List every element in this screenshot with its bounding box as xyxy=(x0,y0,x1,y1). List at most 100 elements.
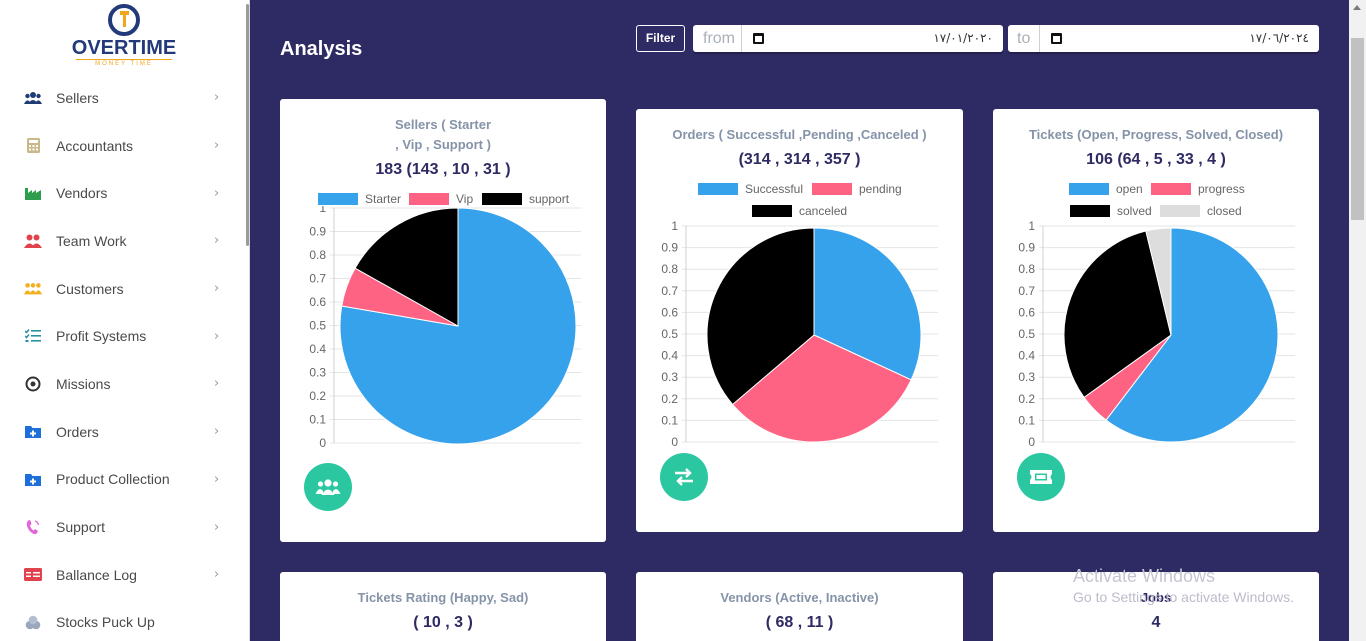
vendors-card: Vendors (Active, Inactive) ( 68 , 11 ) xyxy=(636,572,963,641)
y-tick-label: 1 xyxy=(319,206,326,215)
sidebar-item-label: Sellers xyxy=(56,89,99,106)
y-tick-label: 0.7 xyxy=(1018,284,1035,298)
filter-button[interactable]: Filter xyxy=(636,25,685,52)
chevron-right-icon: › xyxy=(214,471,220,487)
brand-logo[interactable]: OVERTIME MONEY TIME xyxy=(70,4,178,72)
y-tick-label: 0.5 xyxy=(309,319,326,333)
card-value: 183 (143 , 10 , 31 ) xyxy=(375,161,511,178)
date-to-input[interactable]: to ١٧/٠٦/٢٠٢٤ xyxy=(1008,25,1319,52)
tickets-pie-chart: 1 0.9 0.8 0.7 0.6 0.5 0.4 0.3 0.2 0.1 0 xyxy=(1018,219,1295,449)
chevron-right-icon: › xyxy=(214,185,220,201)
legend-label: solved xyxy=(1117,204,1152,218)
sidebar-item-ballance-log[interactable]: Ballance Log › xyxy=(0,551,246,599)
folder-plus-icon xyxy=(24,470,42,488)
transfer-icon xyxy=(675,468,693,486)
tickets-card: Tickets (Open, Progress, Solved, Closed)… xyxy=(993,109,1319,532)
legend-item[interactable]: canceled xyxy=(752,204,847,218)
legend-item[interactable]: open xyxy=(1069,182,1143,196)
scrollbar-thumb[interactable] xyxy=(1351,38,1364,220)
tickets-rating-card: Tickets Rating (Happy, Sad) ( 10 , 3 ) xyxy=(280,572,606,641)
legend-swatch xyxy=(698,183,738,195)
chevron-right-icon: › xyxy=(214,519,220,535)
card-value: 4 xyxy=(1151,614,1161,631)
y-tick-label: 0.9 xyxy=(309,225,326,239)
date-to-label: to xyxy=(1008,25,1040,52)
legend-label: Starter xyxy=(365,192,402,206)
y-tick-label: 0.6 xyxy=(661,305,678,319)
sidebar-item-label: Customers xyxy=(56,280,124,297)
team-icon xyxy=(24,232,42,250)
sidebar-item-customers[interactable]: Customers › xyxy=(0,265,246,313)
y-tick-label: 0 xyxy=(671,435,678,449)
legend-item[interactable]: support xyxy=(482,192,569,206)
scroll-up-icon[interactable] xyxy=(1353,5,1361,10)
legend-label: canceled xyxy=(799,204,848,218)
legend-swatch xyxy=(318,193,358,205)
sidebar-nav: Sellers › Accountants › Vendors › Team W… xyxy=(0,74,246,641)
chevron-right-icon: › xyxy=(214,138,220,154)
date-to-field[interactable]: ١٧/٠٦/٢٠٢٤ xyxy=(1040,25,1319,52)
y-tick-label: 0.1 xyxy=(309,413,326,427)
date-from-input[interactable]: from ١٧/٠١/٢٠٢٠ xyxy=(693,25,1003,52)
sellers-button[interactable] xyxy=(304,463,352,511)
sidebar-item-accountants[interactable]: Accountants › xyxy=(0,122,246,170)
y-tick-label: 0.9 xyxy=(1018,241,1035,255)
page-scrollbar[interactable] xyxy=(1349,0,1366,641)
sidebar-item-team-work[interactable]: Team Work › xyxy=(0,217,246,265)
chevron-right-icon: › xyxy=(214,281,220,297)
y-tick-label: 0 xyxy=(319,436,326,450)
sidebar-item-vendors[interactable]: Vendors › xyxy=(0,169,246,217)
card-title: Orders ( Successful ,Pending ,Canceled ) xyxy=(672,127,927,142)
sidebar-item-profit-systems[interactable]: Profit Systems › xyxy=(0,312,246,360)
users-icon xyxy=(24,89,42,107)
date-from-field[interactable]: ١٧/٠١/٢٠٢٠ xyxy=(742,25,1003,52)
legend-item[interactable]: Starter xyxy=(318,192,401,206)
legend-label: Vip xyxy=(456,192,474,206)
legend-item[interactable]: progress xyxy=(1151,182,1245,196)
card-value: 106 (64 , 5 , 33 , 4 ) xyxy=(1086,151,1226,168)
sidebar-item-sellers[interactable]: Sellers › xyxy=(0,74,246,122)
sidebar-item-product-collection[interactable]: Product Collection › xyxy=(0,456,246,504)
legend-item[interactable]: solved xyxy=(1070,204,1152,218)
logo-icon xyxy=(108,4,140,36)
sidebar-item-missions[interactable]: Missions › xyxy=(0,360,246,408)
calendar-icon[interactable] xyxy=(753,33,764,44)
y-tick-label: 0.2 xyxy=(1018,392,1035,406)
sidebar-scrollbar[interactable] xyxy=(246,4,249,246)
sellers-card: Sellers ( Starter , Vip , Support ) 183 … xyxy=(280,99,606,542)
coins-icon xyxy=(24,613,42,631)
legend-item[interactable]: Vip xyxy=(409,192,473,206)
legend-swatch xyxy=(1151,183,1191,195)
orders-button[interactable] xyxy=(660,453,708,501)
legend-item[interactable]: Successful xyxy=(698,182,803,196)
y-tick-label: 0.3 xyxy=(1018,370,1035,384)
y-tick-label: 0.8 xyxy=(1018,262,1035,276)
ticket-icon xyxy=(1030,470,1052,484)
watermark-title: Activate Windows xyxy=(1073,566,1216,586)
legend-item[interactable]: closed xyxy=(1160,204,1242,218)
sidebar-item-label: Accountants xyxy=(56,137,134,154)
calculator-icon xyxy=(24,137,42,155)
sidebar-item-label: Product Collection xyxy=(56,471,170,488)
y-tick-label: 0.9 xyxy=(661,241,678,255)
y-tick-label: 0.8 xyxy=(309,248,326,262)
y-tick-label: 0.2 xyxy=(309,389,326,403)
card-value: (314 , 314 , 357 ) xyxy=(738,151,861,168)
legend-label: Successful xyxy=(745,182,804,196)
chevron-right-icon: › xyxy=(214,328,220,344)
sidebar-item-label: Orders xyxy=(56,423,99,440)
legend-swatch xyxy=(1069,183,1109,195)
sidebar-item-stocks-puck-up[interactable]: Stocks Puck Up xyxy=(0,599,246,641)
calendar-icon[interactable] xyxy=(1051,33,1062,44)
sidebar-item-support[interactable]: Support › xyxy=(0,503,246,551)
date-from-label: from xyxy=(693,25,742,52)
tickets-button[interactable] xyxy=(1017,453,1065,501)
y-tick-label: 0.3 xyxy=(661,370,678,384)
y-tick-label: 0.4 xyxy=(661,349,678,363)
legend-label: open xyxy=(1116,182,1143,196)
legend-item[interactable]: pending xyxy=(812,182,902,196)
legend-swatch xyxy=(1070,205,1110,217)
chevron-right-icon: › xyxy=(214,567,220,583)
list-check-icon xyxy=(24,327,42,345)
sidebar-item-orders[interactable]: Orders › xyxy=(0,408,246,456)
